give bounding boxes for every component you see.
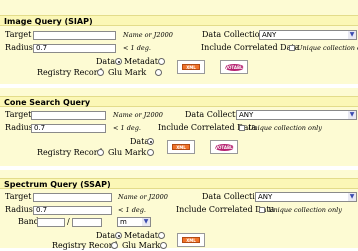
siap-header: Image Query (SIAP) xyxy=(0,15,358,26)
siap-target-label: Target xyxy=(5,30,32,39)
cone-unique-label: Unique collection only xyxy=(248,124,322,132)
votable-icon: VOTABLE xyxy=(215,144,236,151)
ssap-band-unit-value: m xyxy=(120,218,127,226)
chevron-down-icon[interactable]: ▼ xyxy=(348,31,356,39)
ssap-target-hint: Name or J2000 xyxy=(118,193,168,201)
cone-radius-label: Radius xyxy=(5,123,33,132)
votable-icon: VOTABLE xyxy=(225,64,246,71)
xml-icon: XML xyxy=(182,64,200,70)
ssap-header: Spectrum Query (SSAP) xyxy=(0,178,358,189)
chevron-down-icon[interactable]: ▼ xyxy=(348,193,356,201)
ssap-radius-hint: < 1 deg. xyxy=(118,206,146,214)
ssap-xml-button[interactable]: XML xyxy=(177,233,205,247)
siap-metadata-label: Metadata xyxy=(124,57,163,66)
cone-collection-select[interactable]: ANY ▼ xyxy=(236,110,357,120)
cone-glumark-radio[interactable] xyxy=(147,149,154,156)
xml-icon: XML xyxy=(182,237,200,243)
ssap-unique-checkbox[interactable] xyxy=(259,207,265,213)
siap-unique-label: Unique collection only xyxy=(297,44,358,52)
siap-collection-select[interactable]: ANY ▼ xyxy=(259,30,357,40)
siap-glumark-label: Glu Mark xyxy=(108,68,147,77)
ssap-target-label: Target xyxy=(5,192,32,201)
ssap-metadata-radio[interactable] xyxy=(158,232,165,239)
siap-xml-button[interactable]: XML xyxy=(177,60,205,74)
ssap-unique-label: Unique collection only xyxy=(268,206,342,214)
ssap-radius-input[interactable]: 0.7 xyxy=(33,206,112,215)
ssap-registry-label: Registry Record xyxy=(52,241,118,250)
ssap-band-separator: / xyxy=(67,217,70,226)
ssap-band-max-input[interactable] xyxy=(72,218,102,227)
siap-votable-button[interactable]: VOTABLE xyxy=(220,60,248,74)
cone-votable-button[interactable]: VOTABLE xyxy=(210,140,238,154)
ssap-glumark-label: Glu Mark xyxy=(122,241,161,250)
chevron-down-icon[interactable]: ▼ xyxy=(142,218,150,226)
cone-radius-hint: < 1 deg. xyxy=(113,124,141,132)
ssap-data-label: Data xyxy=(96,231,116,240)
cone-xml-button[interactable]: XML xyxy=(167,140,195,154)
ssap-collection-value: ANY xyxy=(258,193,273,201)
ssap-target-input[interactable] xyxy=(33,193,112,202)
siap-target-input[interactable] xyxy=(33,31,116,40)
cone-registry-radio[interactable] xyxy=(97,149,104,156)
siap-data-label: Data xyxy=(96,57,116,66)
cone-data-radio[interactable] xyxy=(147,138,154,145)
siap-unique-checkbox[interactable] xyxy=(289,45,295,51)
cone-target-label: Target xyxy=(5,110,32,119)
siap-collection-label: Data Collection xyxy=(202,30,265,39)
siap-registry-label: Registry Record xyxy=(37,68,103,77)
siap-collection-value: ANY xyxy=(262,31,277,39)
siap-data-radio[interactable] xyxy=(115,58,122,65)
cone-header: Cone Search Query xyxy=(0,96,358,107)
siap-glumark-radio[interactable] xyxy=(155,69,162,76)
ssap-band-label: Band xyxy=(18,217,39,226)
siap-registry-radio[interactable] xyxy=(97,69,104,76)
ssap-collection-select[interactable]: ANY ▼ xyxy=(255,192,357,202)
chevron-down-icon[interactable]: ▼ xyxy=(348,111,356,119)
cone-registry-label: Registry Record xyxy=(37,148,103,157)
cone-unique-checkbox[interactable] xyxy=(239,125,245,131)
siap-radius-label: Radius xyxy=(5,43,33,52)
ssap-data-radio[interactable] xyxy=(115,232,122,239)
siap-target-hint: Name or J2000 xyxy=(123,31,173,39)
cone-radius-input[interactable]: 0.7 xyxy=(31,124,106,133)
cone-collection-value: ANY xyxy=(239,111,254,119)
siap-correlated-label: Include Correlated Data xyxy=(201,43,300,52)
ssap-metadata-label: Metadata xyxy=(124,231,163,240)
ssap-radius-label: Radius xyxy=(5,205,33,214)
siap-radius-input[interactable]: 0.7 xyxy=(33,44,116,53)
cone-target-input[interactable] xyxy=(31,111,106,120)
siap-metadata-radio[interactable] xyxy=(158,58,165,65)
ssap-band-min-input[interactable] xyxy=(37,218,65,227)
ssap-band-unit-select[interactable]: m ▼ xyxy=(117,217,151,227)
siap-radius-hint: < 1 deg. xyxy=(123,44,151,52)
cone-glumark-label: Glu Mark xyxy=(108,148,147,157)
xml-icon: XML xyxy=(172,144,190,150)
cone-target-hint: Name or J2000 xyxy=(113,111,163,119)
